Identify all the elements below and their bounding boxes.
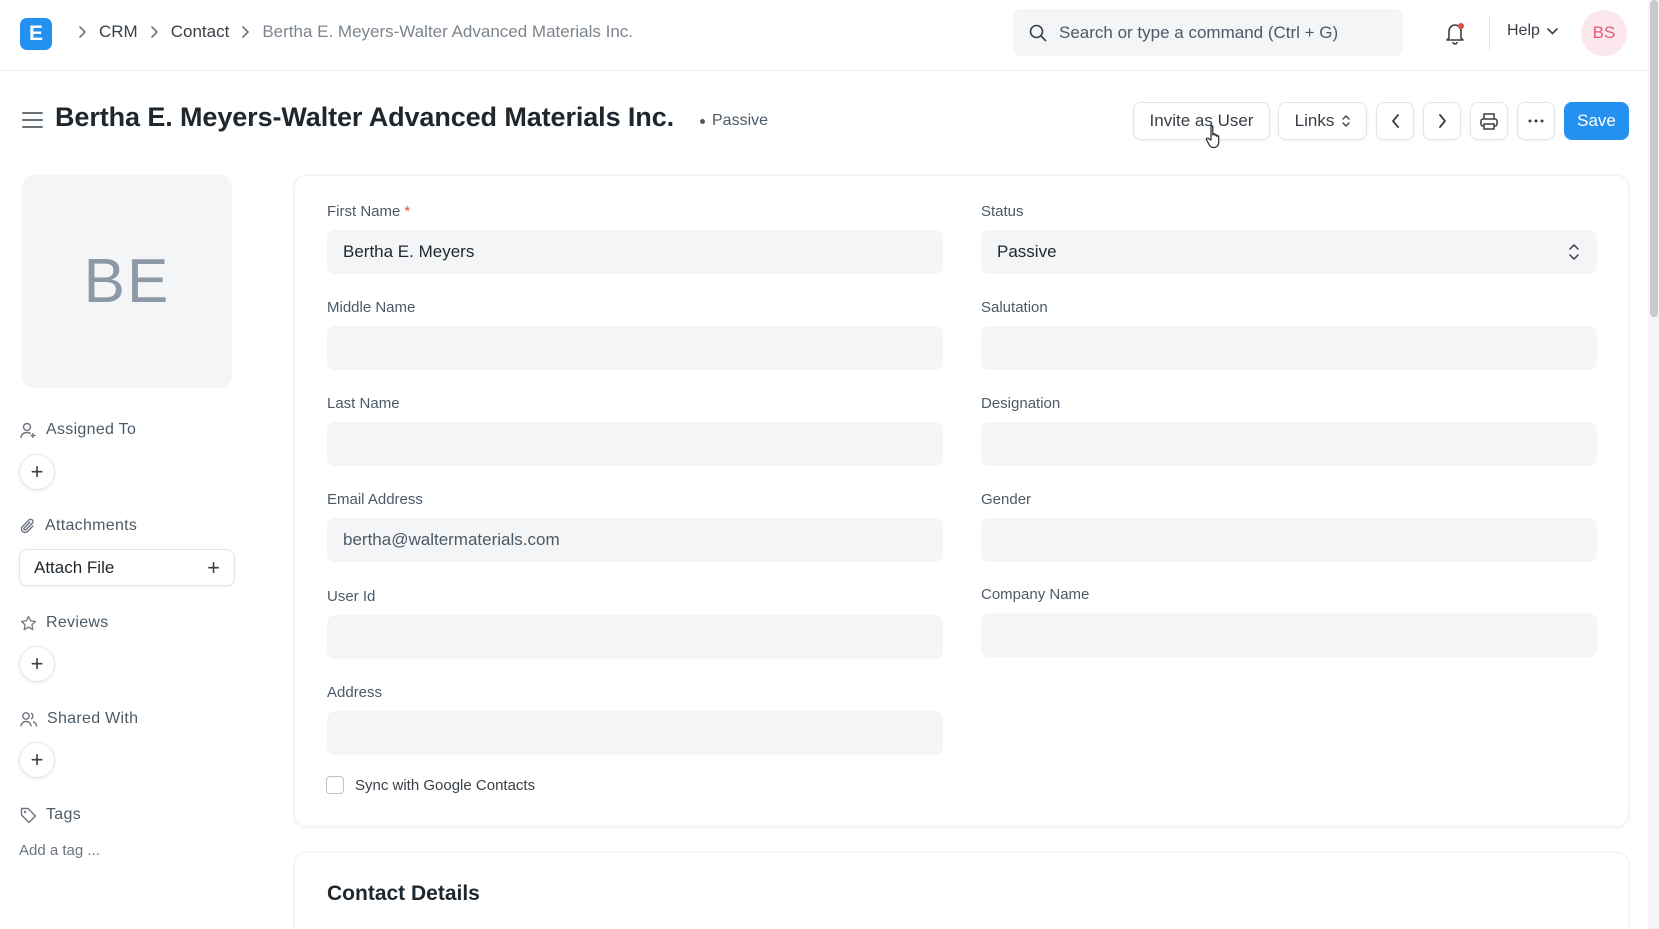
shared-with-section: Shared With [20,710,138,728]
tags-label: Tags [46,806,81,823]
navbar-divider [1489,16,1490,50]
paperclip-icon [20,518,34,533]
reviews-label: Reviews [46,614,109,631]
save-button[interactable]: Save [1564,102,1629,140]
contact-details-title: Contact Details [327,882,480,905]
search-bar[interactable] [1013,9,1403,56]
invite-as-user-button[interactable]: Invite as User [1133,102,1270,140]
tags-section: Tags [20,806,81,824]
sync-google-contacts-row: Sync with Google Contacts [326,776,535,794]
address-field[interactable] [327,711,943,755]
users-icon [20,711,38,727]
salutation-label: Salutation [981,299,1048,316]
page-scrollbar-thumb[interactable] [1650,0,1658,317]
page-title: Bertha E. Meyers-Walter Advanced Materia… [55,102,675,132]
app-logo[interactable]: E [20,18,52,50]
address-label: Address [327,684,383,701]
first-name-value: Bertha E. Meyers [343,242,475,261]
notification-bell-icon[interactable] [1444,21,1466,45]
links-label: Links [1294,111,1335,130]
first-name-field[interactable]: Bertha E. Meyers [327,230,943,274]
next-record-button[interactable] [1423,102,1461,140]
plus-icon: + [207,554,220,580]
help-label: Help [1507,22,1540,39]
status-label: Status [981,203,1024,220]
chevron-right-icon [78,26,87,38]
company-name-field[interactable] [981,613,1597,657]
middle-name-label: Middle Name [327,299,416,316]
ellipsis-icon [1528,119,1544,123]
chevron-right-icon [150,26,159,38]
breadcrumb: CRM Contact Bertha E. Meyers-Walter Adva… [66,20,633,44]
first-name-label: First Name * [327,203,410,220]
contact-details-card [294,852,1629,929]
search-input[interactable] [1059,22,1379,43]
previous-record-button[interactable] [1376,102,1414,140]
more-actions-button[interactable] [1517,102,1555,140]
email-address-value: bertha@waltermaterials.com [343,530,560,549]
search-icon [1029,24,1047,41]
assigned-to-section: Assigned To [20,421,136,439]
chevron-right-icon [1438,114,1446,128]
attach-file-label: Attach File [34,557,115,577]
company-name-label: Company Name [981,586,1090,603]
user-icon [20,422,36,438]
designation-field[interactable] [981,422,1597,466]
sidebar-toggle-icon[interactable] [22,112,43,128]
last-name-field[interactable] [327,422,943,466]
status-select[interactable]: Passive [981,230,1597,274]
printer-icon [1480,112,1498,130]
print-button[interactable] [1470,102,1508,140]
attachments-section: Attachments [20,517,137,535]
contact-avatar[interactable]: BE [22,175,232,388]
status-dot-icon [700,118,705,124]
required-indicator: * [404,203,411,220]
status-select-value: Passive [997,242,1057,261]
status-label: Passive [712,112,769,129]
hand-pointer-cursor-icon [1205,125,1220,149]
first-name-label-text: First Name [327,203,401,220]
shared-with-label: Shared With [47,710,139,727]
middle-name-field[interactable] [327,326,943,370]
designation-label: Designation [981,395,1061,412]
gender-label: Gender [981,491,1032,508]
last-name-label: Last Name [327,395,400,412]
reviews-section: Reviews [20,614,109,632]
chevron-down-icon [1547,27,1558,35]
salutation-field[interactable] [981,326,1597,370]
add-review-button[interactable]: + [19,646,55,682]
sort-arrows-icon [1342,115,1351,127]
email-address-field[interactable]: bertha@waltermaterials.com [327,518,943,562]
attach-file-button[interactable]: Attach File + [19,549,235,586]
assigned-to-label: Assigned To [46,421,137,438]
add-share-button[interactable]: + [19,742,55,778]
user-id-label: User Id [327,588,376,605]
breadcrumb-crm[interactable]: CRM [99,22,138,42]
chevron-right-icon [241,26,250,38]
attachments-label: Attachments [45,517,138,534]
navbar: E CRM Contact Bertha E. Meyers-Walter Ad… [0,0,1659,71]
sync-google-contacts-label: Sync with Google Contacts [355,776,536,794]
user-id-field[interactable] [327,615,943,659]
chevron-left-icon [1391,114,1399,128]
add-tag-link[interactable]: Add a tag ... [19,842,100,859]
user-avatar[interactable]: BS [1581,10,1627,56]
select-arrows-icon [1569,244,1579,260]
tag-icon [20,807,37,823]
gender-field[interactable] [981,518,1597,562]
links-button[interactable]: Links [1278,102,1367,140]
breadcrumb-current[interactable]: Bertha E. Meyers-Walter Advanced Materia… [262,22,633,42]
star-icon [20,615,37,630]
sync-google-contacts-checkbox[interactable] [326,776,344,794]
help-menu[interactable]: Help [1507,22,1558,40]
status-badge: Passive [700,112,768,130]
breadcrumb-contact[interactable]: Contact [171,22,230,42]
add-assignee-button[interactable]: + [19,454,55,490]
email-address-label: Email Address [327,491,423,508]
